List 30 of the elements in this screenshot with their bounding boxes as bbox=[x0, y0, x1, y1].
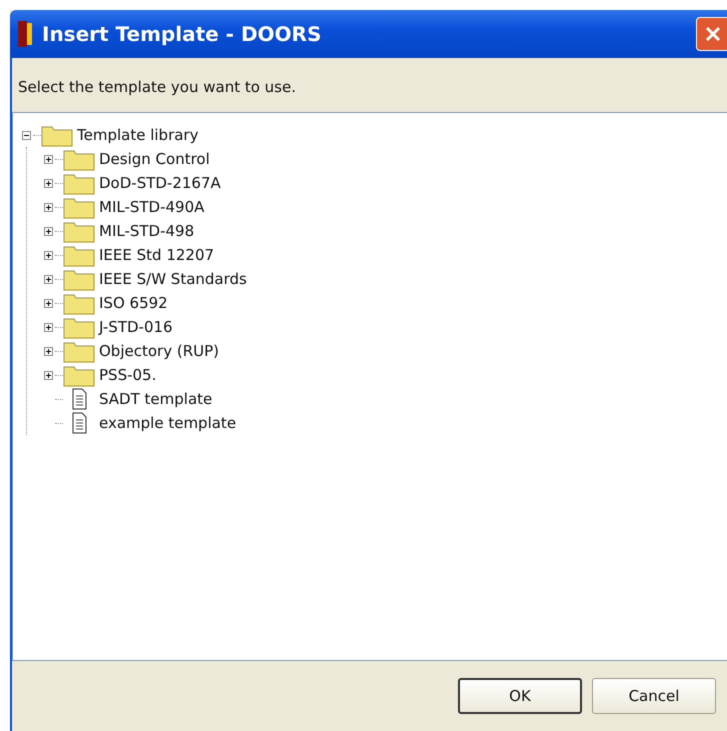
expand-toggle[interactable] bbox=[41, 298, 55, 308]
tree-item[interactable]: DoD-STD-2167A bbox=[99, 174, 221, 192]
tree-item[interactable]: Template library bbox=[77, 126, 198, 144]
tree-item[interactable]: PSS-05. bbox=[99, 366, 156, 384]
tree-item[interactable]: ISO 6592 bbox=[99, 294, 168, 312]
cancel-button[interactable]: Cancel bbox=[592, 678, 716, 714]
tree-item[interactable]: IEEE S/W Standards bbox=[99, 270, 247, 288]
expand-toggle[interactable] bbox=[41, 274, 55, 284]
window-title: Insert Template - DOORS bbox=[42, 22, 322, 46]
expand-toggle[interactable] bbox=[41, 202, 55, 212]
expand-toggle[interactable] bbox=[41, 154, 55, 164]
tree-item[interactable]: MIL-STD-498 bbox=[99, 222, 194, 240]
expand-toggle[interactable] bbox=[41, 322, 55, 332]
tree-item[interactable]: IEEE Std 12207 bbox=[99, 246, 214, 264]
tree-item[interactable]: Objectory (RUP) bbox=[99, 342, 219, 360]
ok-button[interactable]: OK bbox=[458, 678, 582, 714]
instruction-text: Select the template you want to use. bbox=[17, 77, 297, 98]
collapse-toggle[interactable] bbox=[19, 130, 33, 140]
expand-toggle[interactable] bbox=[41, 250, 55, 260]
tree-item[interactable]: J-STD-016 bbox=[99, 318, 173, 336]
expand-toggle[interactable] bbox=[41, 346, 55, 356]
expand-toggle[interactable] bbox=[41, 226, 55, 236]
close-button[interactable] bbox=[696, 17, 727, 51]
app-icon bbox=[18, 21, 32, 47]
tree-item[interactable]: MIL-STD-490A bbox=[99, 198, 204, 216]
tree-item[interactable]: SADT template bbox=[99, 390, 212, 408]
tree-item[interactable]: Design Control bbox=[99, 150, 210, 168]
expand-toggle[interactable] bbox=[41, 178, 55, 188]
expand-toggle[interactable] bbox=[41, 370, 55, 380]
tree-item[interactable]: example template bbox=[99, 414, 236, 432]
